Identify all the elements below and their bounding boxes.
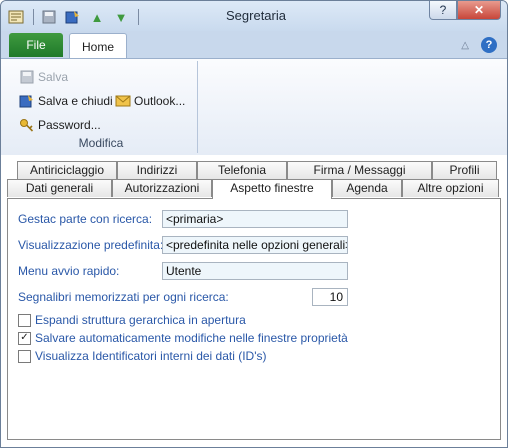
key-icon — [19, 117, 35, 133]
group-label-modifica: Modifica — [78, 136, 124, 150]
tab-profili[interactable]: Profili — [432, 161, 497, 179]
save-close-icon[interactable] — [64, 8, 82, 26]
checkbox-label: Espandi struttura gerarchica in apertura — [35, 313, 246, 327]
up-arrow-icon[interactable]: ▲ — [88, 8, 106, 26]
title-bar: ▲ ▼ Segretaria ? ✕ — [1, 1, 507, 31]
down-arrow-icon[interactable]: ▼ — [112, 8, 130, 26]
checkbox-box[interactable] — [18, 313, 31, 327]
menu-avvio-label: Menu avvio rapido: — [18, 264, 120, 278]
collapse-ribbon-icon[interactable]: △ — [461, 40, 469, 51]
tab-altre-opzioni[interactable]: Altre opzioni — [402, 179, 499, 197]
menu-avvio-field[interactable]: Utente — [162, 262, 348, 280]
segnalibri-field[interactable]: 10 — [312, 288, 348, 306]
ribbon-tab-bar: File Home △ ? — [1, 31, 507, 59]
checkbox-box[interactable] — [18, 349, 31, 363]
save-close-label: Salva e chiudi — [38, 94, 113, 108]
quick-access-toolbar: ▲ ▼ — [7, 7, 145, 27]
tab-panel-aspetto-finestre: Gestac parte con ricerca: <primaria> Vis… — [7, 198, 501, 440]
content-area: Antiriciclaggio Indirizzi Telefonia Firm… — [1, 155, 507, 447]
qat-separator-2 — [138, 9, 139, 25]
window-controls: ? ✕ — [429, 1, 501, 20]
ribbon-panel: Salva Salva e chiudi Outlook... Password… — [1, 58, 507, 156]
main-window: ▲ ▼ Segretaria ? ✕ File Home △ ? Salva S… — [0, 0, 508, 448]
tab-aspetto-finestre[interactable]: Aspetto finestre — [212, 179, 332, 199]
visualizzazione-label: Visualizzazione predefinita: — [18, 238, 164, 252]
help-button[interactable]: ? — [429, 1, 457, 20]
option-tabs: Antiriciclaggio Indirizzi Telefonia Firm… — [7, 161, 501, 199]
tab-telefonia[interactable]: Telefonia — [197, 161, 287, 179]
ribbon-group-modifica: Salva Salva e chiudi Outlook... Password… — [5, 61, 198, 153]
tab-dati-generali[interactable]: Dati generali — [7, 179, 112, 197]
password-ribbon-button[interactable]: Password... — [19, 116, 101, 134]
save-close-ribbon-button[interactable]: Salva e chiudi — [19, 92, 113, 110]
checkbox-espandi-struttura[interactable]: Espandi struttura gerarchica in apertura — [18, 313, 246, 327]
checkbox-salvare-automaticamente[interactable]: ✓ Salvare automaticamente modifiche nell… — [18, 331, 348, 345]
password-label: Password... — [38, 118, 101, 132]
close-button[interactable]: ✕ — [457, 1, 501, 20]
save-label: Salva — [38, 70, 69, 84]
outlook-icon — [115, 93, 131, 109]
tab-autorizzazioni[interactable]: Autorizzazioni — [112, 179, 212, 197]
app-icon[interactable] — [7, 8, 25, 26]
tab-agenda[interactable]: Agenda — [332, 179, 402, 197]
checkbox-visualizza-identificatori[interactable]: Visualizza Identificatori interni dei da… — [18, 349, 267, 363]
gestac-label: Gestac parte con ricerca: — [18, 212, 153, 226]
save-icon — [19, 69, 35, 85]
help-icon[interactable]: ? — [481, 37, 497, 53]
gestac-field[interactable]: <primaria> — [162, 210, 348, 228]
checkbox-label: Salvare automaticamente modifiche nelle … — [35, 331, 348, 345]
ribbon-right-controls: △ ? — [461, 37, 497, 53]
tab-indirizzi[interactable]: Indirizzi — [117, 161, 197, 179]
outlook-label: Outlook... — [134, 94, 186, 108]
window-title: Segretaria — [226, 8, 286, 23]
qat-separator — [33, 9, 34, 25]
tab-antiriciclaggio[interactable]: Antiriciclaggio — [17, 161, 117, 179]
save-icon[interactable] — [40, 8, 58, 26]
save-close-icon — [19, 93, 35, 109]
visualizzazione-field[interactable]: <predefinita nelle opzioni generali> — [162, 236, 348, 254]
tab-file[interactable]: File — [9, 33, 63, 57]
save-ribbon-button[interactable]: Salva — [19, 68, 68, 86]
tab-firma-messaggi[interactable]: Firma / Messaggi — [287, 161, 432, 179]
checkbox-box-checked[interactable]: ✓ — [18, 331, 31, 345]
checkbox-label: Visualizza Identificatori interni dei da… — [35, 349, 267, 363]
segnalibri-label: Segnalibri memorizzati per ogni ricerca: — [18, 290, 229, 304]
tab-home[interactable]: Home — [69, 33, 127, 59]
outlook-ribbon-button[interactable]: Outlook... — [115, 92, 185, 110]
